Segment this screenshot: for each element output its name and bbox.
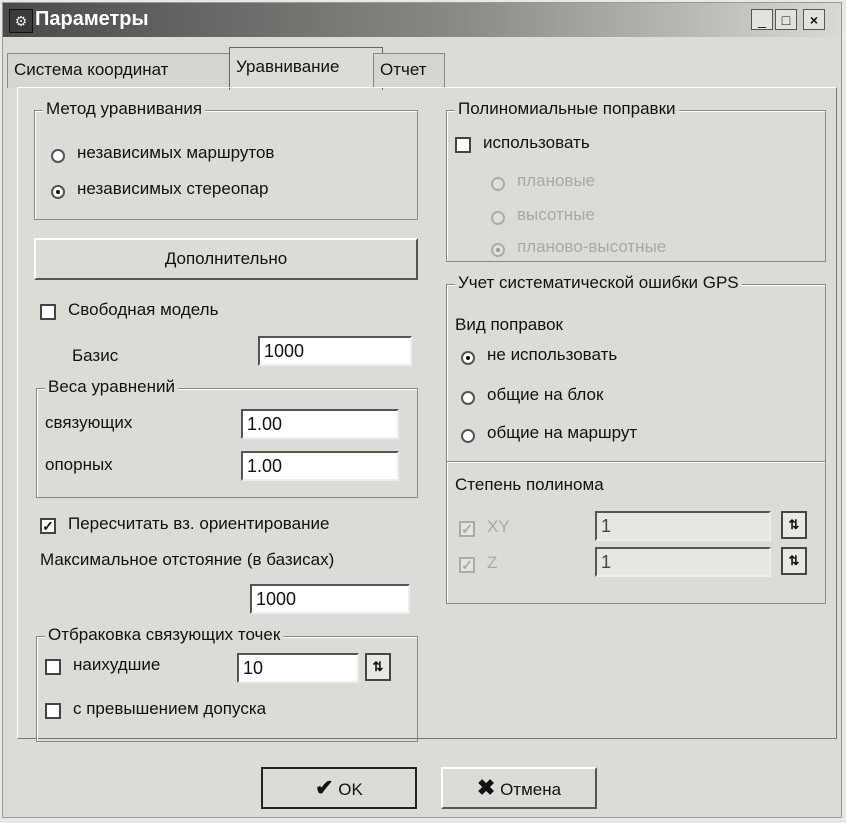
tie-weight-input[interactable]: 1.00 bbox=[241, 409, 399, 439]
control-weight-label: опорных bbox=[45, 455, 113, 474]
poly-degree-label: Степень полинома bbox=[455, 475, 604, 494]
app-icon[interactable]: ⚙ bbox=[9, 9, 33, 33]
control-weight-input[interactable]: 1.00 bbox=[241, 451, 399, 481]
window-title: Параметры bbox=[35, 8, 149, 30]
radio-height[interactable] bbox=[491, 211, 505, 225]
radio-planimetric-label[interactable]: плановые bbox=[517, 171, 595, 191]
xy-checkbox[interactable]: ✓ bbox=[459, 521, 475, 537]
xy-degree-spinner[interactable]: ⇅ bbox=[781, 511, 807, 539]
radio-per-block-label[interactable]: общие на блок bbox=[487, 385, 603, 405]
radio-planimetric[interactable] bbox=[491, 177, 505, 191]
method-group-title: Метод уравнивания bbox=[43, 99, 206, 119]
dialog-window: ⚙ Параметры _ □ × Система координат Урав… bbox=[2, 2, 842, 818]
tab-coordinate-system[interactable]: Система координат bbox=[7, 53, 235, 88]
maximize-button[interactable]: □ bbox=[775, 9, 797, 30]
weights-group: Веса уравнений связующих 1.00 опорных 1.… bbox=[36, 377, 418, 498]
gps-divider bbox=[447, 461, 825, 463]
z-label[interactable]: Z bbox=[487, 553, 497, 573]
radio-no-use-label[interactable]: не использовать bbox=[487, 345, 617, 365]
free-model-label[interactable]: Свободная модель bbox=[68, 300, 218, 320]
radio-independent-stereopairs[interactable] bbox=[51, 185, 65, 199]
z-degree-spinner[interactable]: ⇅ bbox=[781, 547, 807, 575]
radio-planimetric-height-label[interactable]: планово-высотные bbox=[517, 237, 666, 257]
gps-kind-label: Вид поправок bbox=[455, 315, 563, 334]
reject-group: Отбраковка связующих точек наихудшие 10 … bbox=[36, 625, 418, 742]
z-checkbox[interactable]: ✓ bbox=[459, 557, 475, 573]
poly-use-label[interactable]: использовать bbox=[483, 133, 590, 153]
radio-per-block[interactable] bbox=[461, 391, 475, 405]
radio-independent-routes[interactable] bbox=[51, 149, 65, 163]
radio-independent-stereopairs-label[interactable]: независимых стереопар bbox=[77, 179, 268, 199]
radio-no-use[interactable] bbox=[461, 351, 475, 365]
method-group: Метод уравнивания независимых маршрутов … bbox=[34, 99, 418, 220]
tolerance-checkbox[interactable] bbox=[45, 703, 61, 719]
reject-group-title: Отбраковка связующих точек bbox=[45, 625, 284, 645]
cancel-button[interactable]: ✖ Отмена bbox=[441, 767, 597, 809]
weights-group-title: Веса уравнений bbox=[45, 377, 178, 397]
tie-weight-label: связующих bbox=[45, 413, 133, 432]
xy-degree-input[interactable]: 1 bbox=[595, 511, 771, 541]
poly-group-title: Полиномиальные поправки bbox=[455, 99, 679, 119]
radio-planimetric-height[interactable] bbox=[491, 243, 505, 257]
max-distance-label: Максимальное отстояние (в базисах) bbox=[40, 550, 335, 569]
radio-independent-routes-label[interactable]: независимых маршрутов bbox=[77, 143, 274, 163]
radio-per-route[interactable] bbox=[461, 429, 475, 443]
ok-button[interactable]: ✔ OK bbox=[261, 767, 417, 809]
tab-report[interactable]: Отчет bbox=[373, 53, 445, 88]
worst-label[interactable]: наихудшие bbox=[73, 655, 160, 675]
cancel-label: Отмена bbox=[500, 780, 562, 799]
free-model-checkbox[interactable] bbox=[40, 304, 56, 320]
xy-label[interactable]: XY bbox=[487, 517, 510, 537]
worst-count-spinner[interactable]: ⇅ bbox=[365, 653, 391, 681]
max-distance-input[interactable]: 1000 bbox=[250, 584, 410, 614]
gps-group: Учет систематической ошибки GPS Вид попр… bbox=[446, 273, 826, 604]
basis-label: Базис bbox=[72, 346, 119, 365]
recalc-orientation-label[interactable]: Пересчитать вз. ориентирование bbox=[68, 514, 329, 534]
tolerance-label[interactable]: с превышением допуска bbox=[73, 699, 266, 719]
recalc-orientation-checkbox[interactable]: ✓ bbox=[40, 518, 56, 534]
worst-checkbox[interactable] bbox=[45, 659, 61, 675]
worst-count-input[interactable]: 10 bbox=[237, 653, 359, 683]
cross-icon: ✖ bbox=[476, 775, 496, 800]
gps-group-title: Учет систематической ошибки GPS bbox=[455, 273, 742, 293]
checkmark-icon: ✔ bbox=[315, 775, 334, 800]
close-button[interactable]: × bbox=[803, 9, 825, 30]
tab-adjustment[interactable]: Уравнивание bbox=[229, 47, 383, 90]
minimize-button[interactable]: _ bbox=[751, 9, 773, 30]
additional-button[interactable]: Дополнительно bbox=[34, 238, 418, 280]
radio-per-route-label[interactable]: общие на маршрут bbox=[487, 423, 637, 443]
z-degree-input[interactable]: 1 bbox=[595, 547, 771, 577]
basis-input[interactable]: 1000 bbox=[258, 336, 412, 366]
ok-label: OK bbox=[338, 780, 363, 799]
radio-height-label[interactable]: высотные bbox=[517, 205, 595, 225]
title-bar[interactable]: ⚙ Параметры _ □ × bbox=[3, 3, 841, 37]
poly-use-checkbox[interactable] bbox=[455, 137, 471, 153]
tab-pane: Метод уравнивания независимых маршрутов … bbox=[17, 87, 837, 742]
poly-group: Полиномиальные поправки использовать пла… bbox=[446, 99, 826, 262]
